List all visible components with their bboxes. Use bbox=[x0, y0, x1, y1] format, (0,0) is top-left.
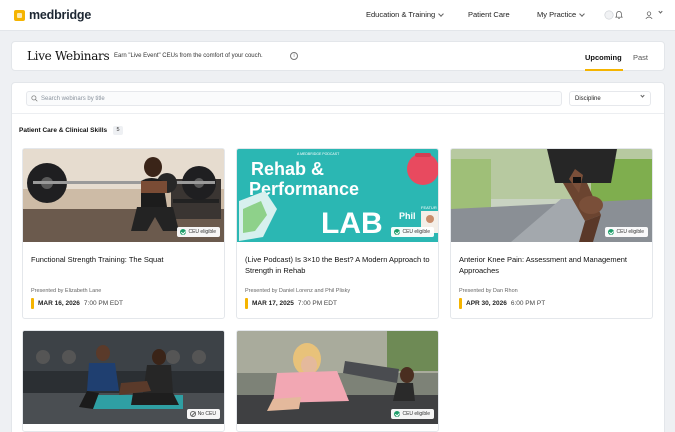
webinar-time: 7:00 PM EDT bbox=[297, 300, 337, 307]
webinar-date: APR 30, 2026 bbox=[466, 300, 507, 307]
webinar-presenter: Presented by Elizabeth Lane bbox=[31, 288, 102, 294]
webinar-thumbnail-podcast: A MEDBRIDGE PODCAST Rehab & Performance … bbox=[237, 149, 438, 242]
search-input[interactable]: Search webinars by title bbox=[26, 91, 562, 106]
webinar-time: 7:00 PM EDT bbox=[83, 300, 123, 307]
discipline-select[interactable]: Discipline bbox=[569, 91, 651, 106]
webinar-card[interactable]: CEU eligible bbox=[236, 330, 439, 432]
webinar-card[interactable]: CEU eligible Functional Strength Trainin… bbox=[22, 148, 225, 319]
ceu-badge-label: CEU eligible bbox=[402, 229, 430, 235]
section-title: Patient Care & Clinical Skills bbox=[19, 127, 108, 134]
webinar-card[interactable]: CEU eligible Anterior Knee Pain: Assessm… bbox=[450, 148, 653, 319]
thumb-lab-text: LAB bbox=[321, 207, 383, 240]
podcast-tag-text: A MEDBRIDGE PODCAST bbox=[297, 152, 340, 156]
page-subtitle: Earn "Live Event" CEUs from the comfort … bbox=[114, 53, 263, 59]
thumb-rehab-text: Rehab & bbox=[251, 159, 324, 179]
page-title: Live Webinars bbox=[27, 49, 110, 63]
top-navigation: medbridge Education & Training Patient C… bbox=[0, 0, 675, 31]
check-circle-icon bbox=[180, 229, 187, 235]
webinar-title[interactable]: (Live Podcast) Is 3×10 the Best? A Moder… bbox=[245, 255, 431, 276]
nav-education-label: Education & Training bbox=[366, 10, 436, 19]
date-accent-bar bbox=[459, 298, 462, 309]
nav-education-training[interactable]: Education & Training bbox=[366, 10, 445, 19]
thumb-phil-text: Phil bbox=[399, 211, 416, 221]
logo-mark-icon bbox=[14, 9, 25, 21]
ceu-badge-label: No CEU bbox=[197, 411, 216, 417]
ceu-badge-label: CEU eligible bbox=[188, 229, 216, 235]
tab-upcoming[interactable]: Upcoming bbox=[585, 53, 622, 62]
active-tab-indicator bbox=[585, 69, 623, 71]
search-placeholder: Search webinars by title bbox=[41, 96, 105, 102]
date-accent-bar bbox=[245, 298, 248, 309]
ceu-badge-label: CEU eligible bbox=[402, 411, 430, 417]
logo-text: medbridge bbox=[29, 8, 92, 22]
ceu-badge: CEU eligible bbox=[177, 227, 220, 237]
webinar-date: MAR 16, 2026 bbox=[38, 300, 80, 307]
webinar-thumbnail-squat: CEU eligible bbox=[23, 149, 224, 242]
webinar-thumbnail-knee: CEU eligible bbox=[451, 149, 652, 242]
nav-patient-care[interactable]: Patient Care bbox=[468, 10, 510, 19]
help-icon[interactable] bbox=[604, 10, 614, 20]
no-ceu-icon bbox=[189, 411, 196, 417]
nav-my-practice-label: My Practice bbox=[537, 10, 577, 19]
webinar-time: 6:00 PM PT bbox=[510, 300, 546, 307]
chevron-down-icon bbox=[438, 10, 445, 17]
tab-past[interactable]: Past bbox=[633, 53, 648, 62]
webinar-thumbnail-plank: CEU eligible bbox=[237, 331, 438, 424]
chevron-down-icon bbox=[579, 10, 586, 17]
page-header: Live Webinars Earn "Live Event" CEUs fro… bbox=[11, 41, 665, 71]
webinar-schedule: APR 30, 2026 6:00 PM PT bbox=[459, 298, 545, 309]
webinar-presenter: Presented by Daniel Lorenz and Phil Plis… bbox=[245, 288, 351, 294]
medbridge-logo[interactable]: medbridge bbox=[14, 8, 91, 22]
webinar-title[interactable]: Functional Strength Training: The Squat bbox=[31, 255, 217, 266]
search-icon bbox=[31, 95, 38, 102]
nav-my-practice[interactable]: My Practice bbox=[537, 10, 586, 19]
no-ceu-badge: No CEU bbox=[186, 409, 220, 419]
thumb-featuring-text: FEATUR bbox=[421, 205, 437, 210]
check-circle-icon bbox=[394, 411, 401, 417]
webinar-title[interactable]: Anterior Knee Pain: Assessment and Manag… bbox=[459, 255, 645, 276]
ceu-badge-label: CEU eligible bbox=[616, 229, 644, 235]
user-icon[interactable] bbox=[644, 10, 654, 20]
webinar-card[interactable]: A MEDBRIDGE PODCAST Rehab & Performance … bbox=[236, 148, 439, 319]
bell-icon[interactable] bbox=[614, 10, 624, 20]
discipline-select-label: Discipline bbox=[575, 96, 601, 102]
chevron-down-icon bbox=[640, 93, 645, 98]
user-menu-chevron-icon[interactable] bbox=[658, 9, 663, 14]
webinar-schedule: MAR 17, 2025 7:00 PM EDT bbox=[245, 298, 337, 309]
ceu-badge: CEU eligible bbox=[605, 227, 648, 237]
webinar-date: MAR 17, 2025 bbox=[252, 300, 294, 307]
divider bbox=[12, 113, 664, 114]
info-icon[interactable]: i bbox=[290, 52, 298, 60]
webinar-presenter: Presented by Dan Rhon bbox=[459, 288, 518, 294]
check-circle-icon bbox=[608, 229, 615, 235]
ceu-badge: CEU eligible bbox=[391, 227, 434, 237]
check-circle-icon bbox=[394, 229, 401, 235]
section-count-badge: 5 bbox=[113, 126, 123, 135]
webinar-schedule: MAR 16, 2026 7:00 PM EDT bbox=[31, 298, 123, 309]
date-accent-bar bbox=[31, 298, 34, 309]
webinar-thumbnail-situp: No CEU bbox=[23, 331, 224, 424]
webinar-card[interactable]: No CEU bbox=[22, 330, 225, 432]
ceu-badge: CEU eligible bbox=[391, 409, 434, 419]
nav-patient-care-label: Patient Care bbox=[468, 10, 510, 19]
